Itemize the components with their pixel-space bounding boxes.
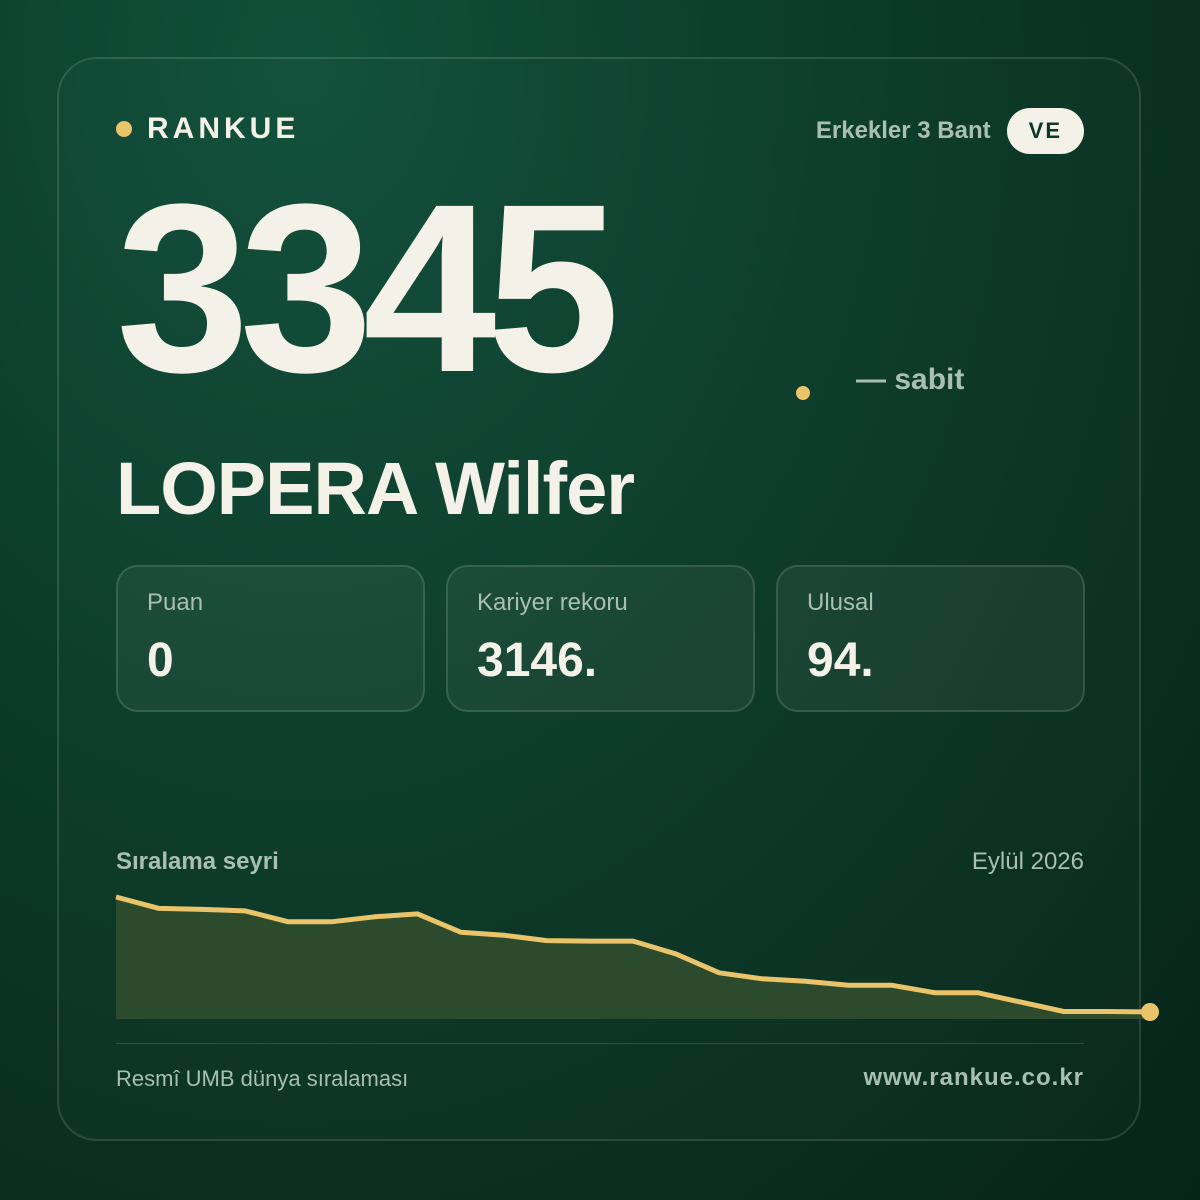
footer-divider (116, 1043, 1084, 1044)
footer-source: Resmî UMB dünya sıralaması (116, 1066, 409, 1091)
chart-current-point (1141, 1003, 1159, 1021)
footer-url[interactable]: www.rankue.co.kr (863, 1064, 1084, 1092)
rank-history-chart (115, 894, 1159, 1021)
